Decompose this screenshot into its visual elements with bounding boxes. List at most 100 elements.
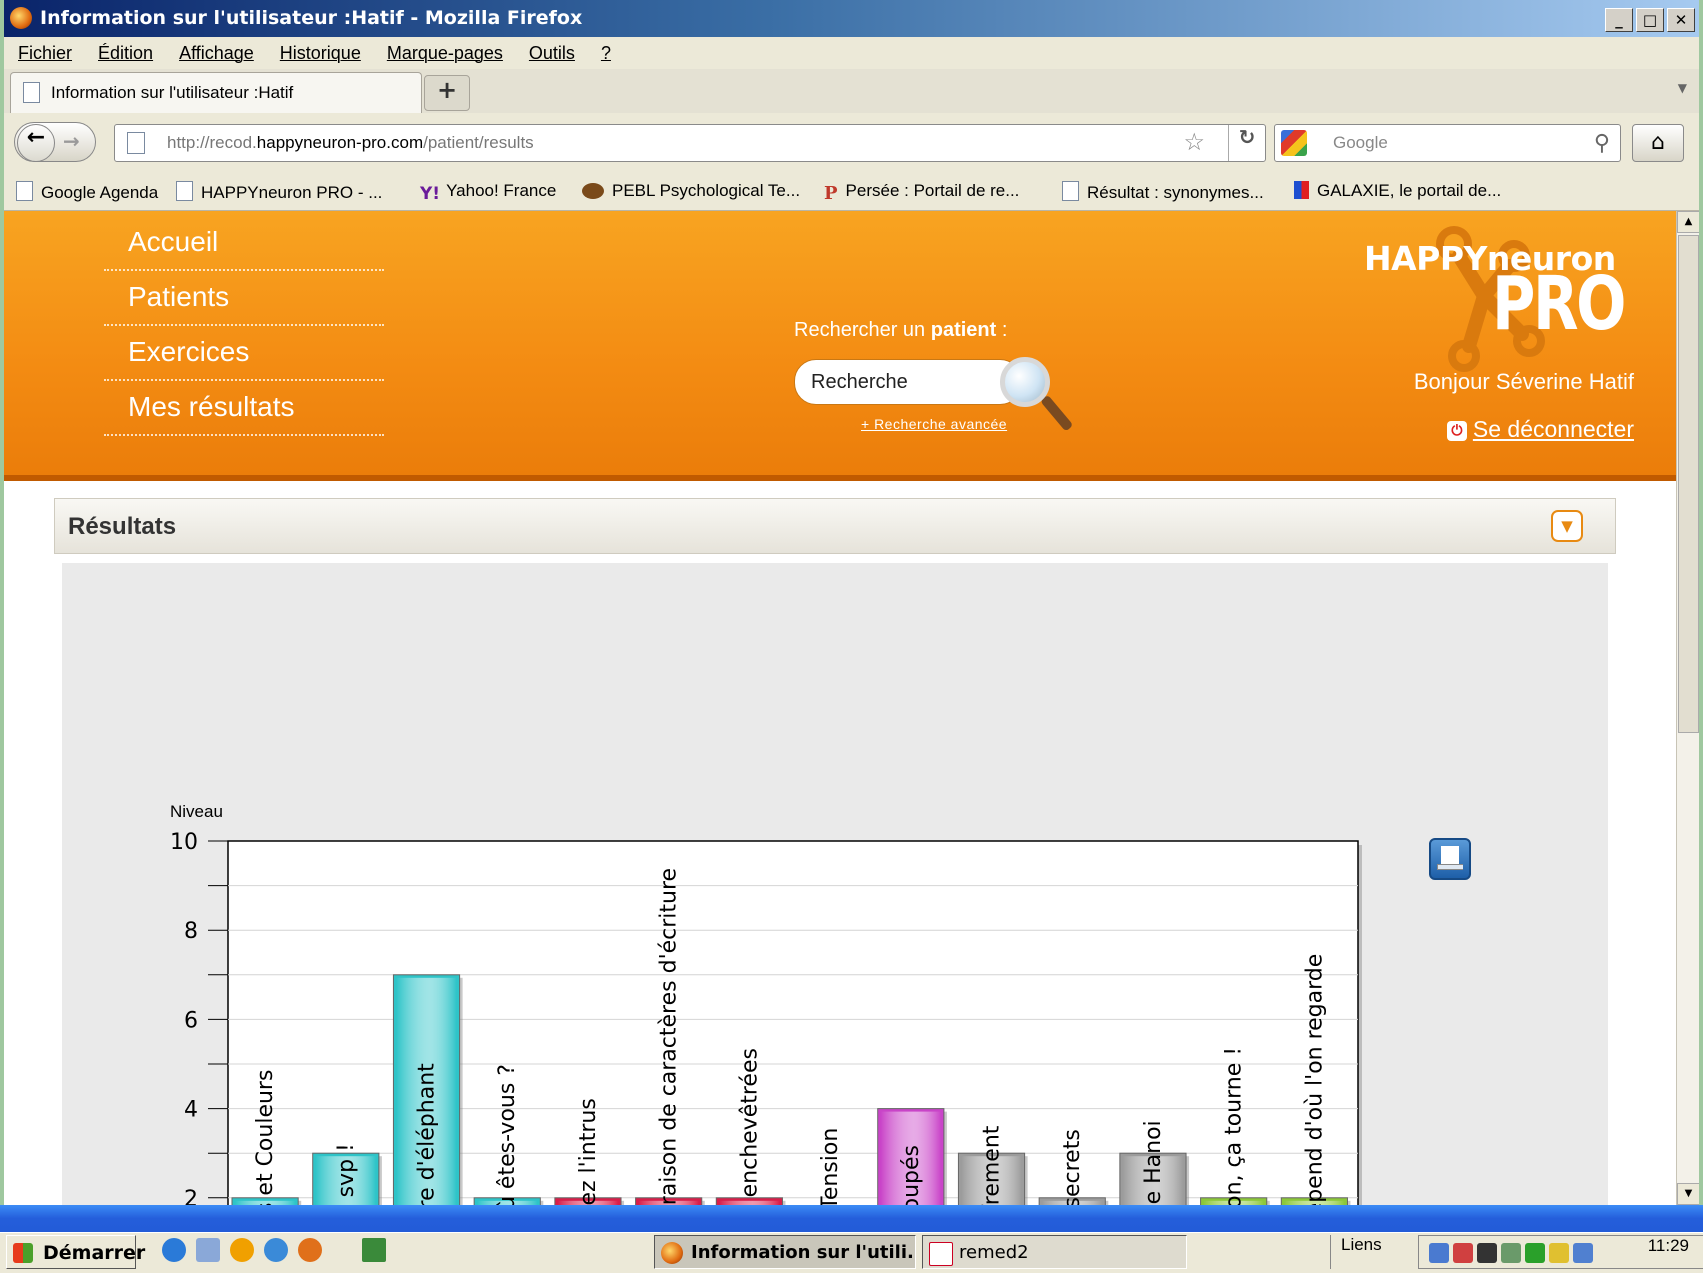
close-button[interactable]: ✕	[1667, 8, 1695, 32]
url-text[interactable]: http://recod.happyneuron-pro.com/patient…	[167, 125, 534, 161]
home-button[interactable]: ⌂	[1632, 124, 1684, 162]
bookmark-yahoo[interactable]: Y! Yahoo! France	[420, 181, 556, 204]
search-icon[interactable]: ⚲	[1594, 125, 1610, 161]
desktop-icon[interactable]	[362, 1238, 386, 1262]
webcam-icon[interactable]	[1477, 1243, 1497, 1263]
firefox-icon	[10, 7, 32, 29]
taskbar-firefox[interactable]: Information sur l'utili...	[654, 1235, 916, 1269]
bookmark-happyneuron[interactable]: HAPPYneuron PRO - ...	[176, 181, 382, 203]
tab-strip: Information sur l'utilisateur :Hatif + ▼	[4, 69, 1699, 114]
scroll-thumb[interactable]	[1678, 235, 1699, 733]
y-tick-label: 4	[184, 1098, 198, 1123]
links-toolbar[interactable]: Liens	[1330, 1235, 1382, 1269]
taskbar-remed2[interactable]: remed2	[922, 1235, 1187, 1269]
bookmark-pebl[interactable]: PEBL Psychological Te...	[582, 181, 800, 201]
clock: 11:29	[1647, 1236, 1689, 1255]
magnifier-handle	[1040, 394, 1074, 432]
bar-category-label: Formes et Couleurs	[253, 1070, 278, 1205]
quick-launch	[162, 1238, 386, 1262]
y-tick-label: 2	[184, 1187, 198, 1205]
collapse-toggle-icon[interactable]: ▼	[1551, 510, 1583, 542]
print-button[interactable]	[1429, 838, 1471, 880]
advanced-search-link[interactable]: + Recherche avancée	[861, 416, 1007, 432]
network-icon[interactable]	[1429, 1243, 1449, 1263]
new-tab-button[interactable]: +	[424, 75, 470, 111]
y-tick-label: 10	[170, 830, 198, 855]
menu-historique[interactable]: Historique	[280, 43, 361, 64]
bar-category-label: Tout dépend d'où l'on regarde	[1302, 954, 1327, 1205]
bookmarks-toolbar: Google Agenda HAPPYneuron PRO - ... Y! Ya…	[4, 170, 1699, 211]
bar-category-label: Haute Tension	[818, 1128, 843, 1205]
bookmark-star-icon[interactable]: ☆	[1183, 125, 1205, 161]
tray-icons	[1429, 1243, 1593, 1263]
nav-patients[interactable]: Patients	[104, 272, 384, 326]
tab-list-arrow-icon[interactable]: ▼	[1678, 81, 1687, 95]
minimize-button[interactable]: _	[1605, 8, 1633, 32]
menu-outils[interactable]: Outils	[529, 43, 575, 64]
security-icon[interactable]	[1453, 1243, 1473, 1263]
bookmark-synonymes[interactable]: Résultat : synonymes...	[1062, 181, 1264, 203]
tool-icon[interactable]	[1501, 1243, 1521, 1263]
bar-category-label: Tours de Hanoi	[1141, 1120, 1166, 1205]
google-icon[interactable]	[1281, 130, 1307, 156]
start-button[interactable]: Démarrer	[6, 1235, 145, 1269]
nav-accueil[interactable]: Accueil	[104, 217, 384, 271]
chart-panel: 0246810NiveauFormes et CouleursGarçon sv…	[62, 563, 1608, 1205]
media-icon[interactable]	[230, 1238, 254, 1262]
printer-tray-icon	[1437, 864, 1463, 870]
y-axis-label: Niveau	[170, 802, 223, 821]
bar-category-label: Attention, ça tourne !	[1222, 1047, 1247, 1205]
results-bar-chart: 0246810NiveauFormes et CouleursGarçon sv…	[170, 802, 1362, 1205]
doc-icon	[16, 181, 33, 201]
logo-pro-text: PRO	[1492, 261, 1627, 347]
tab-active[interactable]: Information sur l'utilisateur :Hatif	[10, 72, 422, 113]
forward-button[interactable]: →	[63, 129, 80, 153]
shield-icon[interactable]	[1549, 1243, 1569, 1263]
bar-category-label: Cherchez l'intrus	[576, 1098, 601, 1205]
nav-mes-resultats[interactable]: Mes résultats	[104, 382, 384, 436]
windows-flag-icon	[13, 1243, 33, 1263]
display-icon[interactable]	[1573, 1243, 1593, 1263]
page-icon	[23, 82, 40, 103]
bookmark-persee[interactable]: P Persée : Portail de re...	[824, 181, 1019, 204]
menu-affichage[interactable]: Affichage	[179, 43, 254, 64]
patient-search-input[interactable]: Recherche	[794, 359, 1022, 405]
page-icon	[127, 132, 145, 154]
doc-icon	[1062, 181, 1079, 201]
app-icon[interactable]	[264, 1238, 288, 1262]
bookmark-galaxie[interactable]: GALAXIE, le portail de...	[1294, 181, 1501, 201]
y-tick-label: 6	[184, 1008, 198, 1033]
scroll-down-button[interactable]: ▼	[1677, 1183, 1699, 1205]
window-controls: _ □ ✕	[1605, 8, 1695, 32]
bar-category-label: Tiroirs secrets	[1060, 1129, 1085, 1205]
url-bar[interactable]: http://recod.happyneuron-pro.com/patient…	[114, 124, 1266, 162]
tab-label: Information sur l'utilisateur :Hatif	[51, 83, 294, 102]
bookmark-google-agenda[interactable]: Google Agenda	[16, 181, 158, 203]
firefox-window: Information sur l'utilisateur :Hatif - M…	[4, 0, 1699, 1205]
bar-category-label: Comparaison de caractères d'écriture	[657, 868, 682, 1205]
notepad-icon[interactable]	[196, 1238, 220, 1262]
back-button[interactable]: ←	[17, 124, 55, 162]
bar-category-label: Mémoire d'éléphant	[415, 1063, 440, 1205]
search-bar[interactable]: Google ⚲	[1274, 124, 1621, 162]
scroll-up-button[interactable]: ▲	[1677, 211, 1699, 233]
nav-exercices[interactable]: Exercices	[104, 327, 384, 381]
results-panel-header: Résultats ▼	[54, 498, 1616, 554]
firefox-icon[interactable]	[298, 1238, 322, 1262]
reload-button[interactable]: ↻	[1228, 125, 1265, 161]
back-forward-buttons: ← →	[14, 122, 96, 162]
title-bar[interactable]: Information sur l'utilisateur :Hatif - M…	[4, 0, 1699, 37]
menu-bar: Fichier Édition Affichage Historique Mar…	[4, 37, 1699, 69]
menu-fichier[interactable]: Fichier	[18, 43, 72, 64]
menu-marque-pages[interactable]: Marque-pages	[387, 43, 503, 64]
vertical-scrollbar[interactable]: ▲ ▼	[1676, 211, 1699, 1205]
menu-help[interactable]: ?	[601, 43, 611, 64]
monitor-icon[interactable]	[1525, 1243, 1545, 1263]
search-magnifier-icon[interactable]	[1000, 357, 1050, 407]
ie-icon[interactable]	[162, 1238, 186, 1262]
logout-link[interactable]: ⏻ Se déconnecter	[1446, 416, 1634, 443]
bar-category-label: Mots coupés	[899, 1145, 924, 1205]
doc-icon	[176, 181, 193, 201]
menu-edition[interactable]: Édition	[98, 43, 153, 64]
maximize-button[interactable]: □	[1636, 8, 1664, 32]
